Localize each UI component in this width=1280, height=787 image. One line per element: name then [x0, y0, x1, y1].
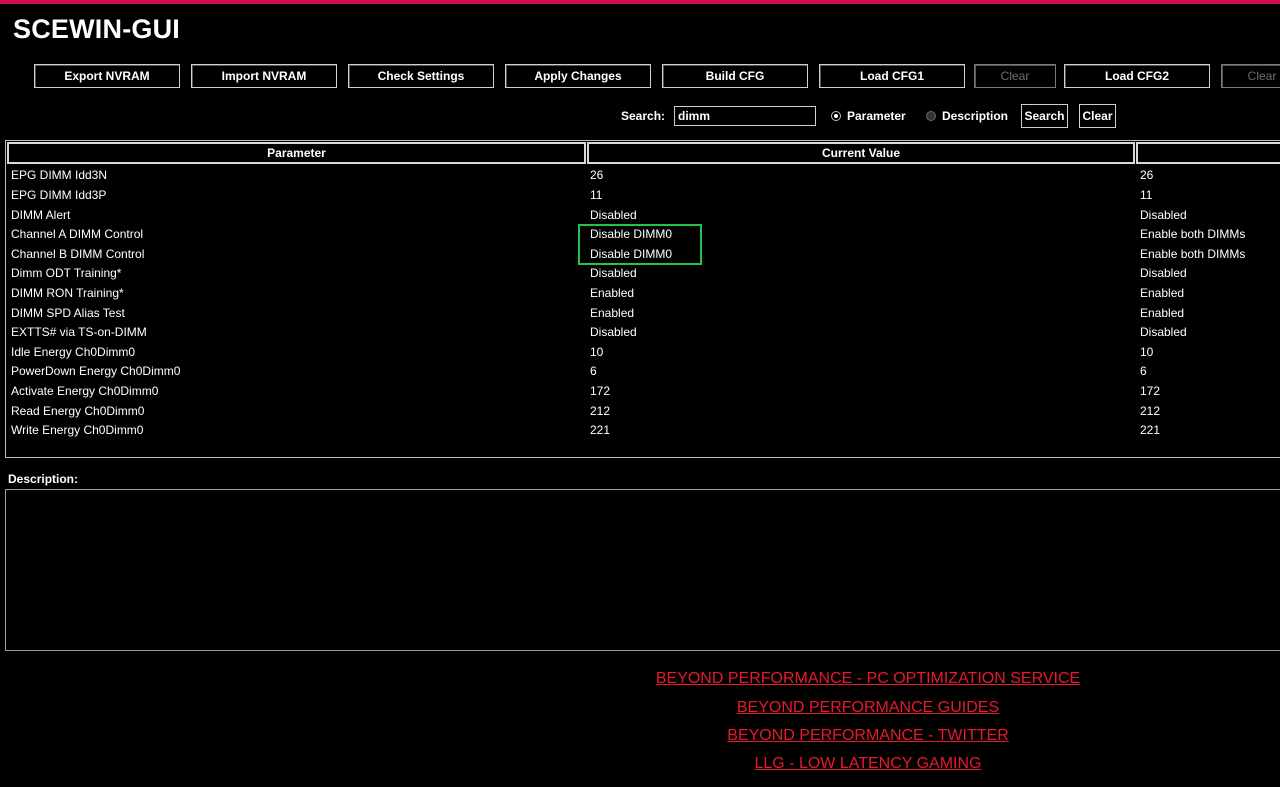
- radio-description-indicator[interactable]: [926, 111, 936, 121]
- clear-cfg1-button[interactable]: Clear: [974, 64, 1056, 88]
- table-row[interactable]: Idle Energy Ch0Dimm0 10 10: [0, 342, 1280, 362]
- current-value: Disabled: [590, 266, 637, 280]
- table-row[interactable]: EXTTS# via TS-on-DIMM Disabled Disabled: [0, 322, 1280, 342]
- column-header-current-value[interactable]: Current Value: [587, 142, 1135, 164]
- current-value: 10: [590, 345, 604, 359]
- current-value: Disabled: [590, 325, 637, 339]
- default-value: Enabled: [1140, 306, 1185, 320]
- check-settings-button[interactable]: Check Settings: [348, 64, 494, 88]
- current-value: 6: [590, 364, 597, 378]
- param-name: DIMM RON Training*: [11, 286, 124, 300]
- table-row[interactable]: DIMM SPD Alias Test Enabled Enabled: [0, 303, 1280, 323]
- apply-changes-button[interactable]: Apply Changes: [505, 64, 651, 88]
- param-name: EXTTS# via TS-on-DIMM: [11, 325, 147, 339]
- current-value: 26: [590, 168, 604, 182]
- clear-cfg2-button[interactable]: Clear: [1221, 64, 1280, 88]
- app-title: SCEWIN-GUI: [13, 14, 180, 44]
- search-button[interactable]: Search: [1021, 104, 1068, 128]
- table-row[interactable]: Activate Energy Ch0Dimm0 172 172: [0, 381, 1280, 401]
- table-row[interactable]: DIMM Alert Disabled Disabled: [0, 205, 1280, 225]
- link-twitter[interactable]: BEYOND PERFORMANCE - TWITTER: [0, 727, 1280, 745]
- table-row[interactable]: EPG DIMM Idd3P 11 11: [0, 185, 1280, 205]
- default-value: Enable both DIMMs: [1140, 247, 1246, 261]
- default-value: 10: [1140, 345, 1154, 359]
- default-value: Disabled: [1140, 325, 1187, 339]
- column-header-parameter[interactable]: Parameter: [7, 142, 586, 164]
- current-value: 221: [590, 423, 611, 437]
- table-row[interactable]: Read Energy Ch0Dimm0 212 212: [0, 401, 1280, 421]
- param-name: EPG DIMM Idd3P: [11, 188, 107, 202]
- table-row[interactable]: Channel A DIMM Control Disable DIMM0 Ena…: [0, 224, 1280, 244]
- param-name: Channel A DIMM Control: [11, 227, 144, 241]
- table-row[interactable]: PowerDown Energy Ch0Dimm0 6 6: [0, 361, 1280, 381]
- param-name: Read Energy Ch0Dimm0: [11, 404, 145, 418]
- import-nvram-button[interactable]: Import NVRAM: [191, 64, 337, 88]
- param-name: Channel B DIMM Control: [11, 247, 145, 261]
- radio-description[interactable]: Description: [926, 109, 1008, 123]
- link-guides[interactable]: BEYOND PERFORMANCE GUIDES: [0, 699, 1280, 717]
- param-name: PowerDown Energy Ch0Dimm0: [11, 364, 181, 378]
- current-value: Disable DIMM0: [590, 227, 673, 241]
- radio-description-label: Description: [942, 109, 1009, 123]
- param-name: DIMM Alert: [11, 208, 71, 222]
- radio-parameter-label: Parameter: [847, 109, 906, 123]
- param-name: Idle Energy Ch0Dimm0: [11, 345, 136, 359]
- export-nvram-button[interactable]: Export NVRAM: [34, 64, 180, 88]
- default-value: 11: [1140, 188, 1153, 202]
- column-header-extra[interactable]: [1136, 142, 1280, 164]
- param-name: Dimm ODT Training*: [11, 266, 122, 280]
- param-name: Write Energy Ch0Dimm0: [11, 423, 144, 437]
- current-value: Disable DIMM0: [590, 247, 673, 261]
- description-box[interactable]: [5, 489, 1280, 651]
- search-label: Search:: [621, 109, 666, 123]
- default-value: Disabled: [1140, 266, 1187, 280]
- table-row[interactable]: EPG DIMM Idd3N 26 26: [0, 165, 1280, 185]
- default-value: 26: [1140, 168, 1154, 182]
- current-value: Disabled: [590, 208, 637, 222]
- default-value: Enable both DIMMs: [1140, 227, 1246, 241]
- default-value: 212: [1140, 404, 1161, 418]
- radio-parameter[interactable]: Parameter: [831, 109, 906, 123]
- top-accent-bar: [0, 0, 1280, 4]
- param-name: DIMM SPD Alias Test: [11, 306, 125, 320]
- current-value: 11: [590, 188, 603, 202]
- link-low-latency-gaming[interactable]: LLG - LOW LATENCY GAMING: [0, 755, 1280, 773]
- table-row[interactable]: Channel B DIMM Control Disable DIMM0 Ena…: [0, 244, 1280, 264]
- load-cfg1-button[interactable]: Load CFG1: [819, 64, 965, 88]
- table-row[interactable]: Dimm ODT Training* Disabled Disabled: [0, 263, 1280, 283]
- build-cfg-button[interactable]: Build CFG: [662, 64, 808, 88]
- app-window: SCEWIN-GUI Export NVRAM Import NVRAM Che…: [0, 0, 1280, 787]
- current-value: 172: [590, 384, 611, 398]
- radio-parameter-indicator[interactable]: [831, 111, 841, 121]
- search-clear-button[interactable]: Clear: [1079, 104, 1116, 128]
- table-row[interactable]: DIMM RON Training* Enabled Enabled: [0, 283, 1280, 303]
- description-label: Description:: [8, 472, 79, 486]
- param-name: Activate Energy Ch0Dimm0: [11, 384, 159, 398]
- param-name: EPG DIMM Idd3N: [11, 168, 108, 182]
- default-value: Enabled: [1140, 286, 1185, 300]
- current-value: Enabled: [590, 286, 635, 300]
- search-input[interactable]: [674, 106, 816, 126]
- link-pc-optimization-service[interactable]: BEYOND PERFORMANCE - PC OPTIMIZATION SER…: [0, 670, 1280, 688]
- table-row[interactable]: Write Energy Ch0Dimm0 221 221: [0, 420, 1280, 440]
- current-value: 212: [590, 404, 611, 418]
- default-value: 6: [1140, 364, 1147, 378]
- default-value: Disabled: [1140, 208, 1187, 222]
- load-cfg2-button[interactable]: Load CFG2: [1064, 64, 1210, 88]
- current-value: Enabled: [590, 306, 635, 320]
- default-value: 172: [1140, 384, 1161, 398]
- default-value: 221: [1140, 423, 1161, 437]
